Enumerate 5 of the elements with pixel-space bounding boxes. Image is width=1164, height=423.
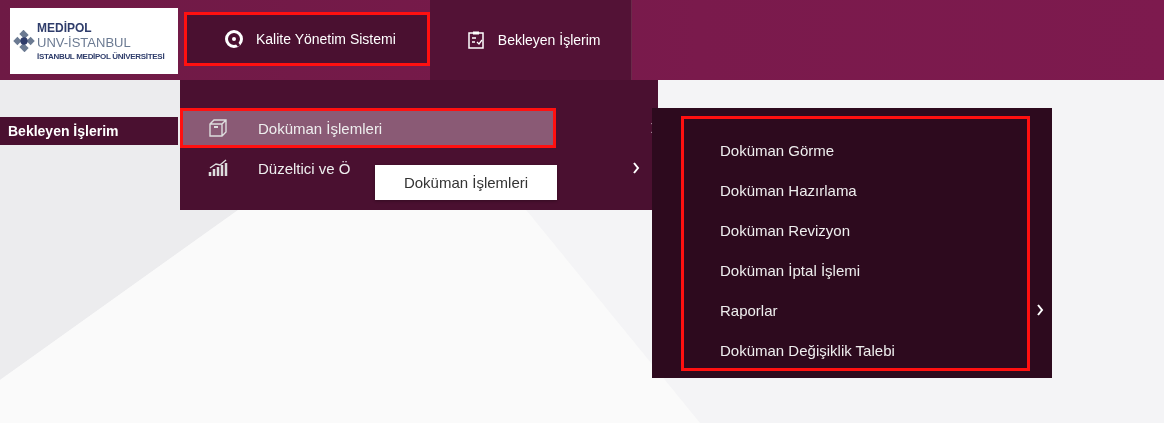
sidebar-title: Bekleyen İşlerim <box>0 117 178 145</box>
logo-caption: İSTANBUL MEDİPOL ÜNİVERSİTESİ <box>37 52 165 61</box>
tooltip: Doküman İşlemleri <box>375 165 557 200</box>
logo-title: MEDİPOL <box>37 21 93 35</box>
logo-subtitle: UNV-İSTANBUL <box>37 35 132 50</box>
